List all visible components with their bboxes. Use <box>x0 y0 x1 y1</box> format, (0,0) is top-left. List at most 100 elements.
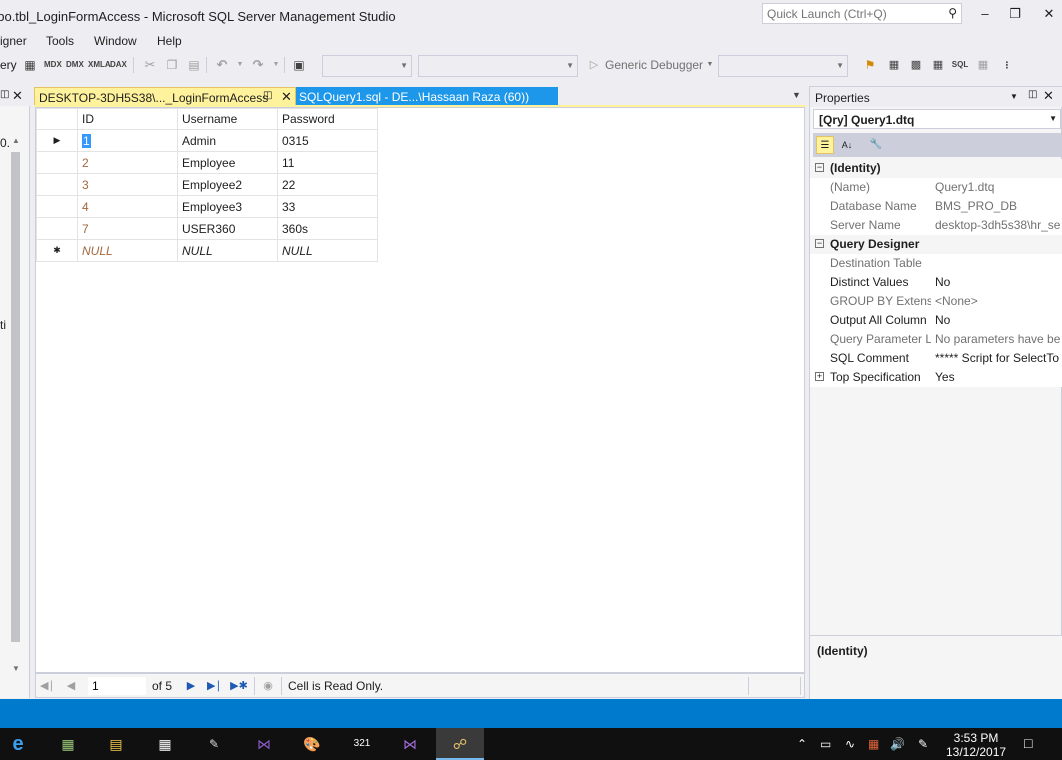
stop-icon[interactable]: ◉ <box>261 679 275 692</box>
property-row[interactable]: Server Name desktop-3dh5s38\hr_se <box>810 216 1062 235</box>
find-icon[interactable]: ⚑ <box>862 57 878 73</box>
cell-password[interactable]: NULL <box>277 239 378 262</box>
property-value[interactable]: Query1.dtq <box>935 180 1062 194</box>
property-value[interactable]: <None> <box>935 294 1062 308</box>
close-window-icon[interactable]: ✕ <box>1036 4 1062 24</box>
mdx-query-icon[interactable]: MDX <box>44 57 62 73</box>
menu-tools[interactable]: Tools <box>46 34 74 48</box>
property-value[interactable]: desktop-3dh5s38\hr_se <box>935 218 1062 232</box>
object-selector[interactable]: [Qry] Query1.dtq ▼ <box>813 109 1061 129</box>
calendar-app-icon[interactable]: 321 <box>350 733 374 755</box>
debugger-dropdown-icon[interactable]: ▼ <box>702 57 718 73</box>
pen-workspace-icon[interactable]: ✎ <box>918 737 928 751</box>
pin-icon[interactable]: ◫ <box>0 89 9 100</box>
dmx-query-icon[interactable]: DMX <box>66 57 84 73</box>
show-hidden-icons-icon[interactable]: ⌃ <box>797 737 807 751</box>
property-value[interactable]: No parameters have be <box>935 332 1062 346</box>
restore-icon[interactable]: ❐ <box>1002 4 1028 24</box>
cell-username[interactable]: Employee2 <box>177 173 278 196</box>
database-combo[interactable]: ▼ <box>322 55 412 77</box>
current-row-indicator-icon[interactable]: ▶ <box>36 129 78 152</box>
property-row-top-specification[interactable]: + Top Specification Yes <box>810 368 1062 387</box>
cell-id[interactable]: NULL <box>77 239 178 262</box>
redo-dropdown-icon[interactable]: ▼ <box>268 57 284 73</box>
property-row[interactable]: (Name) Query1.dtq <box>810 178 1062 197</box>
property-row[interactable]: Output All Column No <box>810 311 1062 330</box>
categorized-icon[interactable]: ☰ <box>816 136 834 154</box>
copy-icon[interactable]: ❐ <box>164 57 180 73</box>
undo-icon[interactable]: ↶ <box>214 57 230 73</box>
category-identity[interactable]: − (Identity) <box>810 159 1062 178</box>
category-query-designer[interactable]: − Query Designer <box>810 235 1062 254</box>
paste-icon[interactable]: ▤ <box>186 57 202 73</box>
column-header-id[interactable]: ID <box>77 108 178 130</box>
property-row[interactable]: Destination Table <box>810 254 1062 273</box>
pen-tool-icon[interactable]: ✎ <box>202 733 226 755</box>
cell-id[interactable]: 3 <box>77 173 178 196</box>
cell-password[interactable]: 360s <box>277 217 378 240</box>
property-row[interactable]: GROUP BY Extensic <None> <box>810 292 1062 311</box>
edge-browser-icon[interactable]: e <box>6 733 30 755</box>
cell-password[interactable]: 33 <box>277 195 378 218</box>
new-row-indicator-icon[interactable]: ✱ <box>36 239 78 262</box>
search-icon[interactable]: ⚲ <box>948 6 957 20</box>
cell-password[interactable]: 11 <box>277 151 378 174</box>
solution-config-combo[interactable]: ▼ <box>418 55 578 77</box>
cell-id[interactable]: 4 <box>77 195 178 218</box>
file-explorer-icon[interactable]: ▤ <box>104 733 128 755</box>
row-header[interactable] <box>36 195 78 218</box>
show-sql-pane-icon[interactable]: SQL <box>950 57 970 73</box>
column-header-password[interactable]: Password <box>277 108 378 130</box>
cell-password[interactable]: 22 <box>277 173 378 196</box>
wifi-icon[interactable]: ∿ <box>845 737 855 751</box>
column-header-username[interactable]: Username <box>177 108 278 130</box>
first-record-icon[interactable]: ◀∣ <box>40 679 54 692</box>
close-icon[interactable]: ✕ <box>1043 88 1054 104</box>
close-tab-icon[interactable]: ✕ <box>281 89 292 105</box>
database-engine-query-icon[interactable]: ▦ <box>22 57 38 73</box>
collapse-icon[interactable]: − <box>815 163 824 172</box>
debugger-label[interactable]: Generic Debugger <box>605 58 703 72</box>
cell-password[interactable]: 0315 <box>277 129 378 152</box>
table-row[interactable]: 3 Employee2 22 <box>36 173 378 196</box>
property-value[interactable]: No <box>935 275 1062 289</box>
activity-monitor-icon[interactable]: ▣ <box>291 57 307 73</box>
app-tray-icon[interactable]: ▦ <box>868 737 879 751</box>
redo-icon[interactable]: ↷ <box>250 57 266 73</box>
property-value[interactable]: No <box>935 313 1062 327</box>
vertical-scrollbar[interactable] <box>11 152 20 642</box>
property-row[interactable]: Query Parameter Li No parameters have be <box>810 330 1062 349</box>
volume-icon[interactable]: 🔊 <box>890 737 905 751</box>
menu-designer[interactable]: igner <box>0 34 27 48</box>
notifications-icon[interactable]: □ <box>1024 735 1032 751</box>
undo-dropdown-icon[interactable]: ▼ <box>232 57 248 73</box>
tab-login-form-access[interactable]: DESKTOP-3DH5S38\..._LoginFormAccess ◫ ✕ <box>34 87 296 106</box>
tab-dropdown-icon[interactable]: ▼ <box>792 90 801 100</box>
next-record-icon[interactable]: ▶ <box>184 679 198 692</box>
spreadsheet-icon[interactable]: ▦ <box>153 733 177 755</box>
close-icon[interactable]: ✕ <box>12 88 23 104</box>
cell-id[interactable]: 2 <box>77 151 178 174</box>
scroll-down-icon[interactable]: ▼ <box>12 664 20 673</box>
change-type-icon[interactable]: ▦ <box>975 57 991 73</box>
record-number-input[interactable] <box>88 677 146 695</box>
property-row[interactable]: Database Name BMS_PRO_DB <box>810 197 1062 216</box>
cell-username[interactable]: USER360 <box>177 217 278 240</box>
panel-menu-icon[interactable]: ▼ <box>1010 92 1018 101</box>
property-value[interactable]: Yes <box>935 370 1062 384</box>
platform-combo[interactable]: ▼ <box>718 55 848 77</box>
menu-help[interactable]: Help <box>157 34 182 48</box>
property-value[interactable]: ***** Script for SelectTo <box>935 351 1062 365</box>
table-row[interactable]: 4 Employee3 33 <box>36 195 378 218</box>
tab-sql-query[interactable]: SQLQuery1.sql - DE...\Hassaan Raza (60)) <box>296 87 558 106</box>
table-row[interactable]: 7 USER360 360s <box>36 217 378 240</box>
property-row[interactable]: SQL Comment ***** Script for SelectTo <box>810 349 1062 368</box>
previous-record-icon[interactable]: ◀ <box>64 679 78 692</box>
cell-username[interactable]: Admin <box>177 129 278 152</box>
last-record-icon[interactable]: ▶∣ <box>207 679 221 692</box>
show-diagram-pane-icon[interactable]: ▦ <box>886 57 902 73</box>
cut-icon[interactable]: ✂ <box>142 57 158 73</box>
alphabetical-icon[interactable]: A↓ <box>838 136 856 154</box>
show-criteria-pane-icon[interactable]: ▩ <box>908 57 924 73</box>
visual-studio-code-icon[interactable]: ⋈ <box>398 733 422 755</box>
